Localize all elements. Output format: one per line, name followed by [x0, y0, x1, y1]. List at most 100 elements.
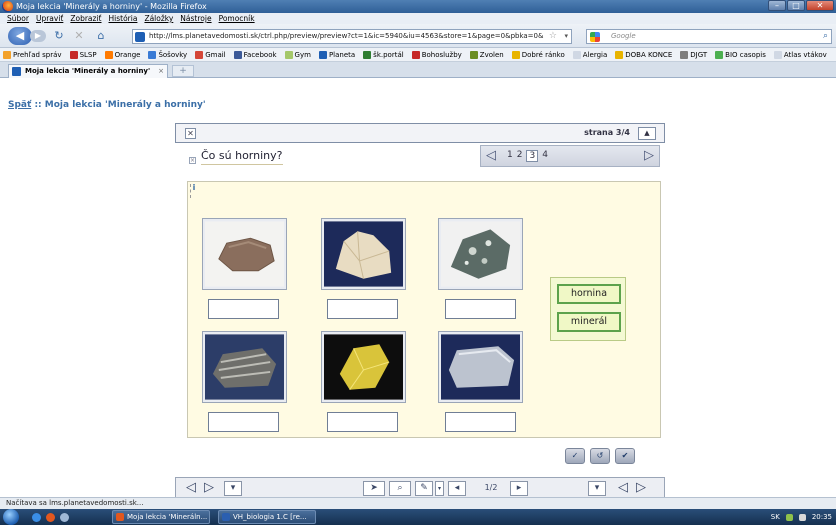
- choice-hornina[interactable]: hornina: [557, 284, 621, 304]
- google-icon[interactable]: [590, 32, 600, 42]
- ie-quicklaunch-icon[interactable]: [32, 513, 41, 522]
- bookmark-item[interactable]: Bohoslužby: [411, 48, 462, 61]
- task-document[interactable]: VH_biologia 1.C [re...: [218, 510, 316, 524]
- menu-view[interactable]: Zobraziť: [70, 13, 101, 24]
- rock-image-1: [202, 218, 287, 290]
- bookmark-item[interactable]: Gym: [284, 48, 311, 61]
- reset-answer-icon[interactable]: ↺: [590, 448, 610, 464]
- start-button-icon[interactable]: [3, 509, 19, 525]
- bookmark-favicon-icon: [469, 50, 478, 59]
- question-row: × Čo sú horniny? ◁ 1 2 3 4 ▷: [175, 145, 665, 169]
- menu-edit[interactable]: Upraviť: [36, 13, 63, 24]
- bookmark-item[interactable]: SLSP: [69, 48, 97, 61]
- search-bar[interactable]: Google ⌕: [586, 29, 832, 44]
- info-icon[interactable]: i: [190, 184, 197, 198]
- zoom-tool-icon[interactable]: ⌕: [389, 481, 411, 496]
- bookmark-favicon-icon: [680, 50, 689, 59]
- firefox-quicklaunch-icon[interactable]: [46, 513, 55, 522]
- search-icon[interactable]: ⌕: [823, 30, 828, 43]
- bookmark-item[interactable]: Alergia: [572, 48, 607, 61]
- menu-history[interactable]: História: [109, 13, 138, 24]
- bookmark-item[interactable]: Orange: [104, 48, 140, 61]
- answer-field-5[interactable]: [327, 412, 398, 432]
- back-button[interactable]: ◀: [8, 27, 32, 45]
- next-slide-icon[interactable]: ▸: [510, 481, 528, 496]
- check-answer-icon[interactable]: ✓: [565, 448, 585, 464]
- forward-button[interactable]: ▶: [30, 30, 46, 42]
- volume-icon[interactable]: [798, 513, 806, 521]
- task-document-label: VH_biologia 1.C [re...: [233, 513, 307, 521]
- menu-tools[interactable]: Nástroje: [180, 13, 211, 24]
- prev-arrow-icon[interactable]: ◁: [184, 481, 198, 496]
- bookmark-favicon-icon: [284, 50, 293, 59]
- highlighter-tool-icon[interactable]: ✎: [415, 481, 433, 496]
- answer-field-3[interactable]: [445, 299, 516, 319]
- bookmark-star-icon[interactable]: ☆: [549, 30, 557, 43]
- close-window-button[interactable]: ✕: [806, 0, 834, 11]
- options-dropdown-button[interactable]: ▾: [588, 481, 606, 496]
- back-arrow-icon[interactable]: ◁: [616, 481, 630, 496]
- bookmark-item[interactable]: DOBA KONCE: [615, 48, 672, 61]
- network-icon[interactable]: [785, 513, 793, 521]
- menu-help[interactable]: Pomocník: [219, 13, 255, 24]
- reload-icon[interactable]: ↻: [52, 28, 66, 44]
- page-numbers: 1 2 3 4: [507, 150, 548, 162]
- bookmark-item[interactable]: Gmail: [195, 48, 226, 61]
- page-link-1[interactable]: 1: [507, 150, 513, 162]
- bookmark-item[interactable]: Facebook: [233, 48, 277, 61]
- bookmark-item[interactable]: šk.portál: [363, 48, 404, 61]
- back-link[interactable]: Späť: [8, 100, 31, 110]
- choice-mineral[interactable]: minerál: [557, 312, 621, 332]
- clock[interactable]: 20:35: [812, 509, 832, 525]
- tab-close-icon[interactable]: ×: [158, 65, 164, 77]
- url-text: http://lms.planetavedomosti.sk/ctrl.php/…: [149, 32, 544, 40]
- url-bar[interactable]: http://lms.planetavedomosti.sk/ctrl.php/…: [132, 29, 572, 44]
- next-arrow-icon[interactable]: ▷: [202, 481, 216, 496]
- page-link-4[interactable]: 4: [542, 150, 548, 162]
- next-page-arrow-icon[interactable]: ▷: [644, 148, 654, 164]
- bookmark-label: SLSP: [79, 50, 97, 59]
- answer-field-4[interactable]: [208, 412, 279, 432]
- answer-field-2[interactable]: [327, 299, 398, 319]
- maximize-button[interactable]: □: [787, 0, 805, 11]
- tab-label: Moja lekcia 'Minerály a horniny': [25, 67, 151, 75]
- bookmark-item[interactable]: Prehľad správ: [3, 48, 62, 61]
- question-close-icon[interactable]: ×: [189, 157, 196, 164]
- bookmark-item[interactable]: DJGT: [680, 48, 707, 61]
- prev-page-arrow-icon[interactable]: ◁: [486, 148, 496, 164]
- home-icon[interactable]: ⌂: [94, 28, 108, 44]
- bookmark-item[interactable]: Zvolen: [469, 48, 504, 61]
- menu-dropdown-button[interactable]: ▾: [224, 481, 242, 496]
- menu-bar: Súbor Upraviť Zobraziť História Záložky …: [0, 13, 836, 24]
- bookmark-item[interactable]: BIO casopis: [715, 48, 766, 61]
- answer-field-6[interactable]: [445, 412, 516, 432]
- minimize-button[interactable]: –: [768, 0, 786, 11]
- collapse-up-button[interactable]: ▲: [638, 127, 656, 140]
- tab-strip: Moja lekcia 'Minerály a horniny' × +: [0, 62, 836, 78]
- highlighter-dropdown-icon[interactable]: ▾: [435, 481, 444, 496]
- language-indicator[interactable]: SK: [771, 509, 780, 525]
- bookmark-item[interactable]: Šošovky: [148, 48, 187, 61]
- url-dropdown-icon[interactable]: ▾: [564, 30, 568, 43]
- rock-3-graphic: [441, 221, 520, 287]
- bookmark-item[interactable]: Planeta: [318, 48, 355, 61]
- forward-arrow-icon[interactable]: ▷: [634, 481, 648, 496]
- page-link-3-current[interactable]: 3: [526, 150, 539, 162]
- menu-file[interactable]: Súbor: [7, 13, 29, 24]
- lesson-bottom-bar: ◁ ▷ ▾ ➤ ⌕ ✎ ▾ ◂ 1/2 ▸ ▾ ◁ ▷: [175, 477, 665, 499]
- answer-field-1[interactable]: [208, 299, 279, 319]
- show-solution-icon[interactable]: ✔: [615, 448, 635, 464]
- close-lesson-icon[interactable]: ✕: [185, 128, 196, 139]
- first-page-icon[interactable]: ◂: [448, 481, 466, 496]
- tab-lesson[interactable]: Moja lekcia 'Minerály a horniny' ×: [8, 64, 168, 78]
- explorer-quicklaunch-icon[interactable]: [60, 513, 69, 522]
- menu-bookmarks[interactable]: Záložky: [144, 13, 173, 24]
- page-link-2[interactable]: 2: [517, 150, 523, 162]
- pointer-tool-icon[interactable]: ➤: [363, 481, 385, 496]
- rock-image-6: [438, 331, 523, 403]
- bookmark-item[interactable]: Atlas vtákov: [773, 48, 827, 61]
- bookmark-item[interactable]: Dobré ránko: [511, 48, 565, 61]
- stop-icon[interactable]: ✕: [72, 28, 86, 44]
- new-tab-button[interactable]: +: [172, 65, 194, 77]
- task-firefox[interactable]: Moja lekcia 'Mineráln...: [112, 510, 210, 524]
